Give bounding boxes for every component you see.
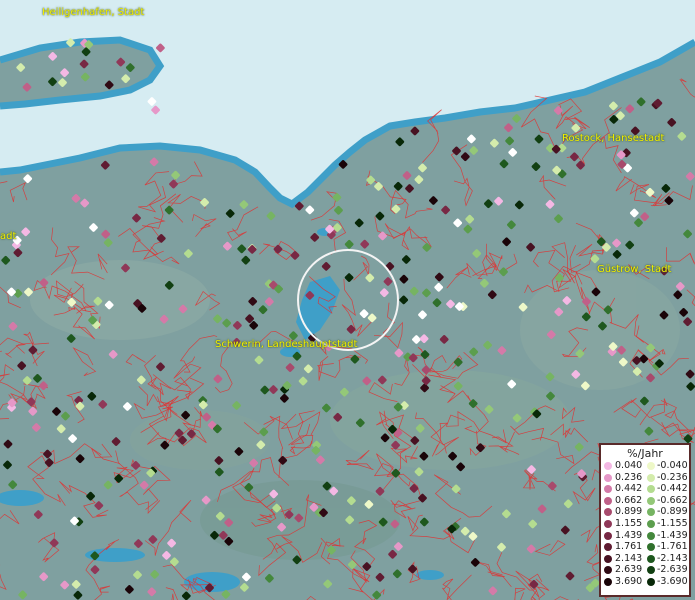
legend-swatch-positive <box>604 578 612 586</box>
legend-value-negative: -2.639 <box>657 564 688 576</box>
legend-value-positive: 2.639 <box>615 564 643 576</box>
legend: %/Jahr 0.040 -0.040 0.236 -0.236 0.442 -0.442… <box>599 443 691 597</box>
legend-row: 0.236 -0.236 <box>601 472 689 483</box>
legend-value-negative: -2.143 <box>657 552 688 564</box>
legend-value-negative: -0.040 <box>657 460 688 471</box>
legend-swatch-negative <box>647 566 655 575</box>
legend-swatch-positive <box>604 566 612 575</box>
legend-swatch-positive <box>604 496 612 505</box>
legend-swatch-negative <box>647 543 655 552</box>
legend-swatch-positive <box>604 520 612 528</box>
legend-value-positive: 1.761 <box>615 541 643 553</box>
legend-swatch-positive <box>604 554 612 563</box>
legend-value-negative: -1.155 <box>657 518 688 529</box>
legend-row: 2.143 -2.143 <box>601 553 689 564</box>
legend-row: 0.040 -0.040 <box>601 460 689 471</box>
legend-swatch-negative <box>647 508 655 517</box>
legend-row: 1.155 -1.155 <box>601 518 689 529</box>
legend-swatch-positive <box>604 485 612 494</box>
legend-value-positive: 0.236 <box>615 471 643 483</box>
legend-swatch-negative <box>647 554 655 563</box>
city-label-heiligenhafen: Heiligenhafen, Stadt <box>42 7 145 18</box>
legend-value-negative: -0.442 <box>657 483 688 495</box>
legend-value-positive: 0.899 <box>615 506 643 518</box>
legend-swatch-positive <box>604 508 612 517</box>
legend-value-positive: 0.662 <box>615 494 643 506</box>
legend-row: 0.899 -0.899 <box>601 506 689 517</box>
legend-row: 3.690 -3.690 <box>601 576 689 587</box>
legend-value-negative: -1.761 <box>657 541 688 553</box>
legend-value-positive: 1.155 <box>615 518 643 529</box>
legend-value-negative: -0.236 <box>657 471 688 483</box>
legend-value-positive: 2.143 <box>615 552 643 564</box>
legend-row: 0.662 -0.662 <box>601 495 689 506</box>
legend-value-positive: 0.040 <box>615 460 643 471</box>
legend-swatch-negative <box>647 485 655 494</box>
legend-swatch-negative <box>647 578 655 586</box>
legend-row: 1.439 -1.439 <box>601 530 689 541</box>
city-label-rostock: Rostock, Hansestadt <box>562 133 665 144</box>
legend-row: 2.639 -2.639 <box>601 564 689 575</box>
legend-value-negative: -0.662 <box>657 494 688 506</box>
legend-value-negative: -0.899 <box>657 506 688 518</box>
city-label-partial: adt <box>0 231 17 242</box>
legend-value-positive: 1.439 <box>615 529 643 541</box>
legend-swatch-negative <box>647 496 655 505</box>
legend-swatch-negative <box>647 531 655 540</box>
legend-title: %/Jahr <box>627 447 663 460</box>
legend-value-negative: -3.690 <box>657 576 688 587</box>
legend-swatch-positive <box>604 473 612 482</box>
city-label-schwerin: Schwerin, Landeshauptstadt <box>215 339 358 350</box>
legend-swatch-negative <box>647 462 655 470</box>
legend-swatch-negative <box>647 520 655 528</box>
legend-value-negative: -1.439 <box>657 529 688 541</box>
legend-value-positive: 3.690 <box>615 576 643 587</box>
map-view[interactable]: Heiligenhafen, Stadt Rostock, Hansestadt… <box>0 0 695 600</box>
legend-value-positive: 0.442 <box>615 483 643 495</box>
legend-row: 1.761 -1.761 <box>601 541 689 552</box>
map-canvas[interactable] <box>0 0 695 600</box>
city-label-guestrow: Güstrow, Stadt <box>597 264 672 275</box>
legend-swatch-positive <box>604 543 612 552</box>
legend-swatch-positive <box>604 531 612 540</box>
legend-row: 0.442 -0.442 <box>601 483 689 494</box>
legend-swatch-negative <box>647 473 655 482</box>
legend-swatch-positive <box>604 462 612 470</box>
